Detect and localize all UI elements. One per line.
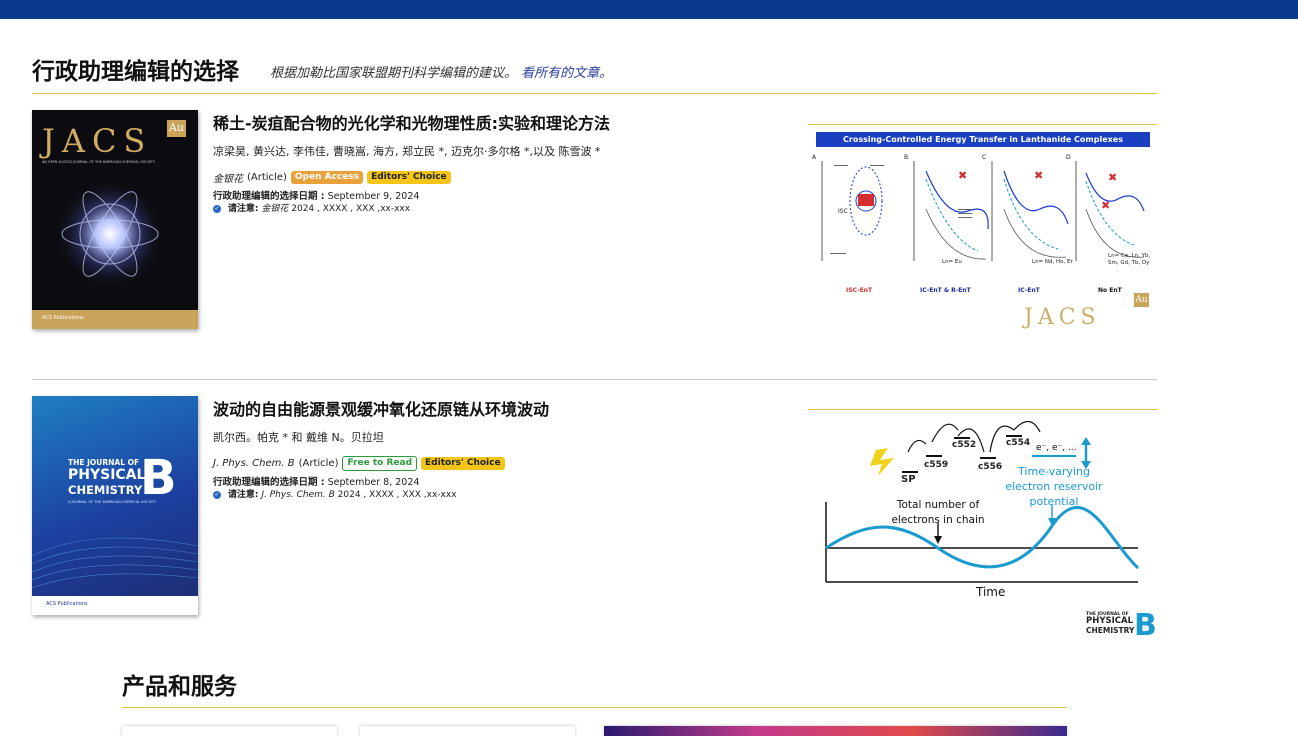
free-to-read-badge: Free to Read (342, 456, 418, 471)
label-c552: c552 (952, 440, 977, 450)
x-axis-label: Time (976, 585, 1006, 599)
toc-lanthanide-nd: Ln= Nd, Ho, Er (1032, 259, 1073, 265)
top-nav-bar (0, 0, 1298, 19)
toc-lanthanide-eu: Ln= Eu (942, 259, 962, 265)
svg-text:ISC: ISC (838, 208, 848, 215)
toc-title: Crossing-Controlled Energy Transfer in L… (816, 132, 1150, 147)
product-card[interactable] (122, 726, 337, 736)
product-banner-image[interactable] (604, 726, 1067, 736)
article-authors: 凉梁昊, 黄兴达, 李伟佳, 曹晓嵩, 海方, 郑立民 *, 迈克尔·多尔格 *… (213, 145, 601, 158)
journal-name: J. Phys. Chem. B (213, 458, 295, 469)
svg-text:C: C (982, 154, 986, 161)
toc-lanthanide-ce: Ln= Ce, Ln, Yb, Sm, Gd, Tb, Dy (1108, 253, 1151, 266)
article-type: (Article) (298, 458, 339, 469)
electron-flow-text: e⁻, e⁻, ... (1036, 443, 1077, 453)
citation-details: 2024 , XXXX , XXX ,xx-xxx (337, 490, 457, 500)
toc-caption-b: IC-EnT & R-EnT (920, 287, 971, 294)
toc-logo-letter: B (1134, 608, 1157, 643)
cover-line3: CHEMISTRY (68, 483, 143, 497)
svg-text:✖: ✖ (1101, 199, 1110, 212)
toc-logo: JACS (1024, 305, 1101, 330)
toc-logo-line3: CHEMISTRY (1086, 626, 1135, 635)
section-header: 行政助理编辑的选择 根据加勒比国家联盟期刊科学编辑的建议。 看所有的文章。 (32, 50, 1157, 94)
check-circle-icon: ✓ (213, 204, 221, 213)
editors-choice-badge: Editors' Choice (421, 457, 505, 470)
label-c554: c554 (1006, 438, 1031, 448)
cover-letter: B (140, 450, 177, 506)
section-subtitle: 根据加勒比国家联盟期刊科学编辑的建议。 看所有的文章。 (270, 62, 612, 81)
products-title: 产品和服务 (122, 674, 237, 700)
subtitle-text: 根据加勒比国家联盟期刊科学编辑的建议。 (270, 66, 518, 81)
see-all-articles-link[interactable]: 看所有的文章。 (521, 66, 612, 81)
citation: ✓ 请注意: J. Phys. Chem. B 2024 , XXXX , XX… (213, 487, 457, 500)
cover-tagline: AN OPEN ACCESS JOURNAL OF THE AMERICAN C… (42, 160, 155, 164)
label-sp: SP (901, 474, 916, 485)
citation: ✓ 请注意: 金银花 2024 , XXXX , XXX ,xx-xxx (213, 201, 410, 214)
toc-graphic[interactable]: SP c559 c552 c556 c554 e⁻, e⁻, ... Time-… (808, 409, 1157, 648)
article-title[interactable]: 波动的自由能源景观缓冲氧化还原链从环境波动 (213, 396, 549, 420)
citation-journal: 金银花 (261, 204, 289, 214)
toc-caption-a: ISC-EnT (846, 287, 873, 294)
cover-line2: PHYSICAL (68, 467, 146, 483)
cover-brand-sub: Au (168, 121, 185, 134)
editors-choice-badge: Editors' Choice (367, 171, 451, 184)
article-meta: J. Phys. Chem. B (Article) Free to Read … (213, 456, 505, 471)
citation-label: 请注意: (227, 490, 259, 500)
section-title: 行政助理编辑的选择 (32, 59, 239, 85)
check-circle-icon: ✓ (213, 490, 221, 499)
citation-details: 2024 , XXXX , XXX ,xx-xxx (291, 204, 411, 214)
journal-name: 金银花 (213, 174, 243, 185)
toc-logo-sub: Au (1134, 293, 1149, 307)
choice-date: 行政助理编辑的选择日期 : September 8, 2024 (213, 474, 419, 488)
svg-text:✖: ✖ (958, 169, 967, 182)
toc-logo-jpcb: THE JOURNAL OF PHYSICAL CHEMISTRY B (1086, 610, 1157, 642)
svg-text:B: B (904, 154, 908, 161)
cover-brand: JACS (42, 122, 153, 160)
citation-label: 请注意: (227, 204, 259, 214)
label-c556: c556 (978, 462, 1003, 472)
choice-date: 行政助理编辑的选择日期 : September 9, 2024 (213, 188, 419, 202)
toc-caption-d: No EnT (1098, 287, 1122, 294)
journal-cover-jpcb[interactable]: THE JOURNAL OF PHYSICAL CHEMISTRY B A JO… (32, 396, 198, 615)
total-electrons-label: Total number of electrons in chain (891, 499, 985, 526)
cover-footer: ACS Publications (42, 315, 84, 321)
energy-diagram: ✖ ✖ ✖ ✖ A B C D ISC (812, 154, 1145, 261)
toc-caption-c: IC-EnT (1018, 287, 1040, 294)
article-type: (Article) (247, 172, 287, 183)
article-title[interactable]: 稀土-炭疽配合物的光化学和光物理性质:实验和理论方法 (213, 110, 610, 134)
svg-text:✖: ✖ (1034, 169, 1043, 182)
article-card: JACS Au AN OPEN ACCESS JOURNAL OF THE AM… (32, 110, 1157, 335)
cover-footer: ACS Publications (46, 601, 88, 607)
open-access-badge: Open Access (290, 171, 364, 184)
svg-text:✖: ✖ (1108, 171, 1117, 184)
reservoir-label: Time-varying electron reservoir potentia… (1005, 465, 1103, 508)
cover-line1: THE JOURNAL OF (68, 458, 140, 467)
article-authors: 凯尔西。帕克 * 和 戴维 N。贝拉坦 (213, 431, 384, 444)
toc-graphic[interactable]: Crossing-Controlled Energy Transfer in L… (808, 124, 1157, 330)
cover-tagline: A JOURNAL OF THE AMERICAN CHEMICAL SOCIE… (68, 500, 157, 504)
svg-text:A: A (812, 154, 817, 161)
svg-text:D: D (1066, 154, 1071, 161)
article-divider (32, 379, 1157, 380)
article-meta: 金银花 (Article) Open Access Editors' Choic… (213, 170, 451, 185)
toc-logo-line2: PHYSICAL (1086, 616, 1134, 626)
article-card: THE JOURNAL OF PHYSICAL CHEMISTRY B A JO… (32, 396, 1157, 642)
label-c559: c559 (924, 460, 949, 470)
product-card[interactable] (360, 726, 575, 736)
citation-journal: J. Phys. Chem. B (261, 490, 335, 500)
journal-cover-jacs-au[interactable]: JACS Au AN OPEN ACCESS JOURNAL OF THE AM… (32, 110, 198, 329)
products-header: 产品和服务 (122, 664, 1067, 708)
